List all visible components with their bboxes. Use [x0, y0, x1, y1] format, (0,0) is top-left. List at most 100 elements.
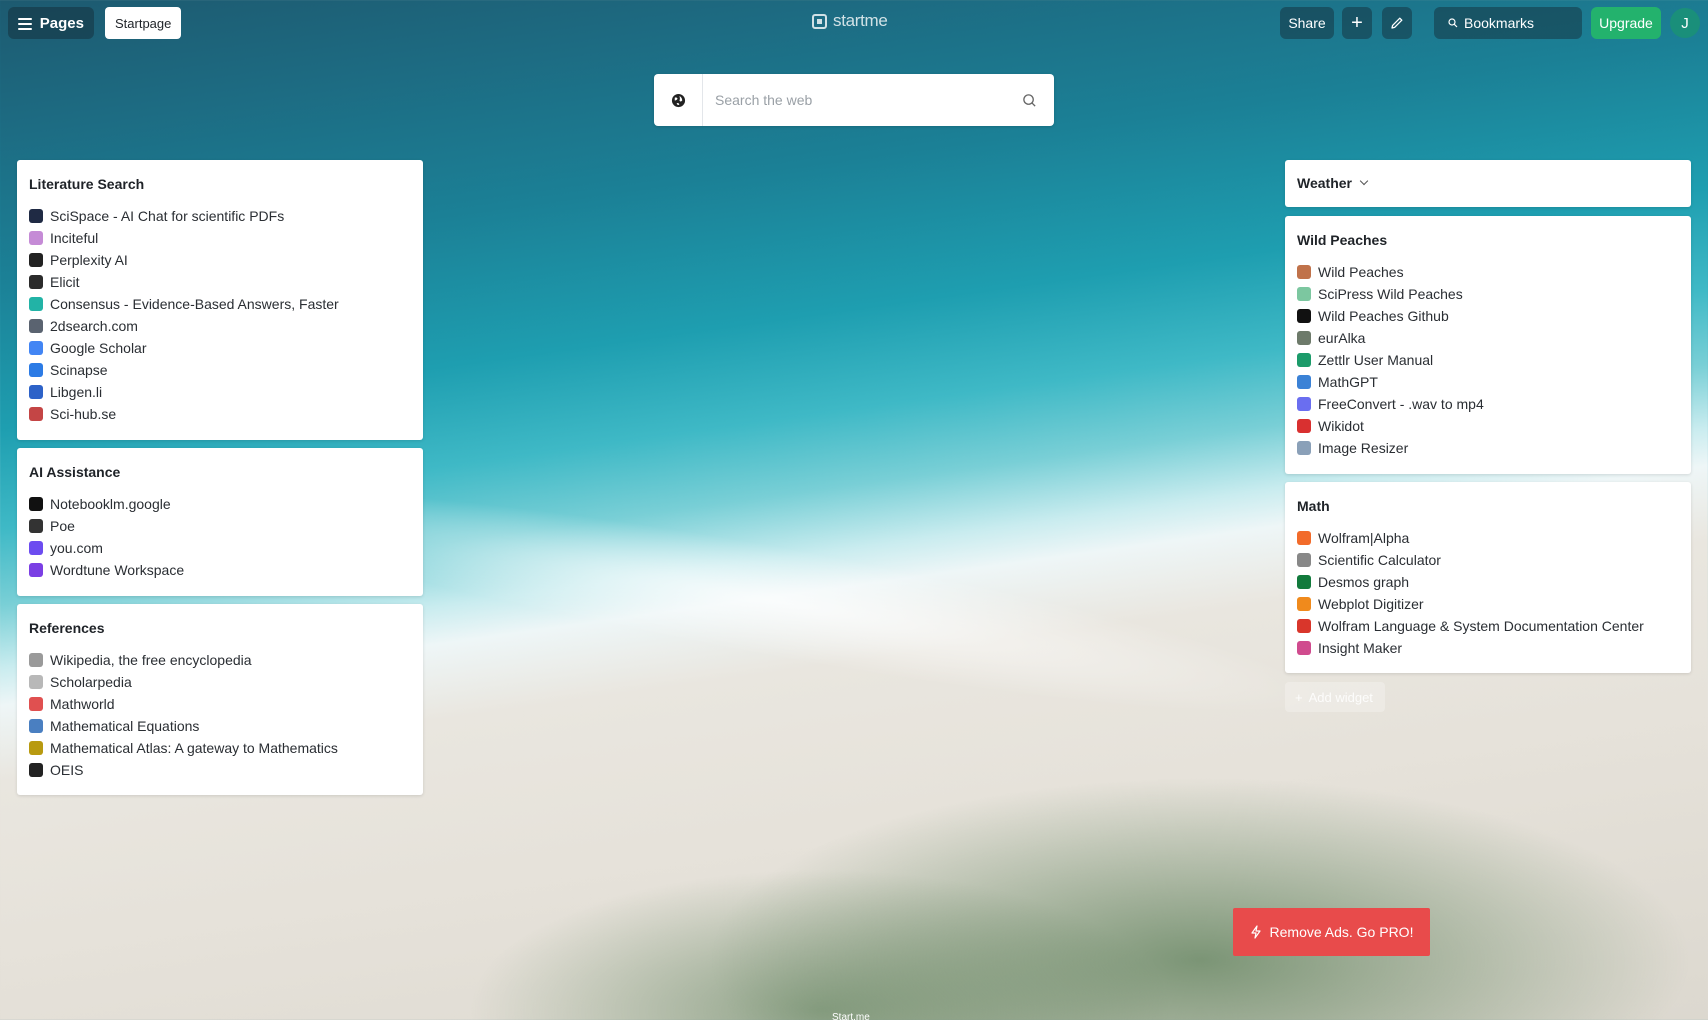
google-scholar-icon [29, 341, 43, 355]
bookmark-item[interactable]: 2dsearch.com [29, 315, 411, 337]
search-input[interactable] [703, 75, 1004, 125]
bookmark-label: Desmos graph [1318, 574, 1410, 590]
weather-dropdown[interactable]: Weather [1297, 175, 1679, 191]
bookmarks-search-button[interactable]: Bookmarks [1434, 7, 1582, 39]
bookmark-item[interactable]: Wolfram Language & System Documentation … [1297, 615, 1679, 637]
elicit-icon [29, 275, 43, 289]
bookmark-label: MathGPT [1318, 374, 1378, 390]
bookmark-item[interactable]: Consensus - Evidence-Based Answers, Fast… [29, 293, 411, 315]
bookmark-label: Wikipedia, the free encyclopedia [50, 652, 252, 668]
footer-startme-link[interactable]: Start.me [832, 1012, 870, 1020]
bookmark-label: Libgen.li [50, 384, 103, 400]
scinapse-icon [29, 363, 43, 377]
2dsearch-icon [29, 319, 43, 333]
widget-title[interactable]: Literature Search [29, 176, 411, 192]
oeis-icon [29, 763, 43, 777]
bookmark-item[interactable]: Perplexity AI [29, 249, 411, 271]
notebooklm-icon [29, 497, 43, 511]
upgrade-button[interactable]: Upgrade [1591, 7, 1661, 39]
bookmark-label: Scholarpedia [50, 674, 132, 690]
bookmark-item[interactable]: Inciteful [29, 227, 411, 249]
pages-menu-button[interactable]: Pages [8, 7, 94, 39]
widget-title[interactable]: AI Assistance [29, 464, 411, 480]
bookmark-item[interactable]: Mathematical Equations [29, 715, 411, 737]
wolfram-language-icon [1297, 619, 1311, 633]
bookmark-item[interactable]: Scholarpedia [29, 671, 411, 693]
bookmark-item[interactable]: Google Scholar [29, 337, 411, 359]
bookmark-item[interactable]: FreeConvert - .wav to mp4 [1297, 393, 1679, 415]
consensus-icon [29, 297, 43, 311]
bookmark-label: Elicit [50, 274, 80, 290]
wolframalpha-icon [1297, 531, 1311, 545]
bookmark-item[interactable]: SciSpace - AI Chat for scientific PDFs [29, 205, 411, 227]
bookmark-item[interactable]: eurAlka [1297, 327, 1679, 349]
bookmark-item[interactable]: MathGPT [1297, 371, 1679, 393]
bookmark-label: Image Resizer [1318, 440, 1409, 456]
bookmark-label: Google Scholar [50, 340, 147, 356]
search-engine-selector[interactable] [654, 74, 703, 126]
bookmark-item[interactable]: Wild Peaches [1297, 261, 1679, 283]
bookmark-item[interactable]: Wild Peaches Github [1297, 305, 1679, 327]
bookmark-list: Wolfram|Alpha Scientific Calculator Desmos… [1297, 527, 1679, 659]
bookmark-item[interactable]: Insight Maker [1297, 637, 1679, 659]
widget-literature-search: Literature Search SciSpace - AI Chat for… [17, 160, 423, 440]
remove-ads-button[interactable]: Remove Ads. Go PRO! [1233, 908, 1430, 956]
bookmark-item[interactable]: Notebooklm.google [29, 493, 411, 515]
mathgpt-icon [1297, 375, 1311, 389]
bookmark-item[interactable]: Mathworld [29, 693, 411, 715]
image-resizer-icon [1297, 441, 1311, 455]
bookmark-item[interactable]: Poe [29, 515, 411, 537]
bookmark-item[interactable]: Desmos graph [1297, 571, 1679, 593]
widget-ai-assistance: AI Assistance Notebooklm.google Poe you.co… [17, 448, 423, 596]
bookmark-item[interactable]: Wikipedia, the free encyclopedia [29, 649, 411, 671]
zettlr-icon [1297, 353, 1311, 367]
bookmark-item[interactable]: Scinapse [29, 359, 411, 381]
user-avatar[interactable]: J [1670, 8, 1700, 38]
bookmark-item[interactable]: Sci-hub.se [29, 403, 411, 425]
bookmark-item[interactable]: SciPress Wild Peaches [1297, 283, 1679, 305]
bookmarks-label: Bookmarks [1464, 15, 1535, 31]
bookmark-item[interactable]: Image Resizer [1297, 437, 1679, 459]
bookmark-item[interactable]: Wordtune Workspace [29, 559, 411, 581]
bookmark-label: Wordtune Workspace [50, 562, 185, 578]
bookmark-item[interactable]: Zettlr User Manual [1297, 349, 1679, 371]
bookmark-label: OEIS [50, 762, 84, 778]
widget-title[interactable]: Math [1297, 498, 1679, 514]
hamburger-icon [18, 17, 32, 30]
bookmark-item[interactable]: Scientific Calculator [1297, 549, 1679, 571]
bookmark-item[interactable]: Elicit [29, 271, 411, 293]
bookmark-item[interactable]: you.com [29, 537, 411, 559]
bookmark-label: SciPress Wild Peaches [1318, 286, 1463, 302]
calculator-icon [1297, 553, 1311, 567]
bookmark-label: Mathworld [50, 696, 115, 712]
widget-title[interactable]: Wild Peaches [1297, 232, 1679, 248]
bookmark-item[interactable]: Mathematical Atlas: A gateway to Mathema… [29, 737, 411, 759]
startme-logo[interactable]: startme [812, 11, 888, 31]
share-button[interactable]: Share [1280, 7, 1334, 39]
search-submit-button[interactable] [1004, 93, 1054, 108]
widget-title[interactable]: References [29, 620, 411, 636]
poe-icon [29, 519, 43, 533]
bookmark-item[interactable]: Libgen.li [29, 381, 411, 403]
widget-math: Math Wolfram|Alpha Scientific Calculator D… [1285, 482, 1691, 673]
bookmark-list: Wikipedia, the free encyclopedia Scholarp… [29, 649, 411, 781]
bookmark-label: Perplexity AI [50, 252, 128, 268]
bookmark-item[interactable]: OEIS [29, 759, 411, 781]
tab-startpage[interactable]: Startpage [105, 7, 182, 39]
bookmark-label: Poe [50, 518, 75, 534]
bookmark-label: you.com [50, 540, 103, 556]
bookmark-label: Wolfram|Alpha [1318, 530, 1410, 546]
bookmark-label: Zettlr User Manual [1318, 352, 1434, 368]
bookmark-item[interactable]: Wolfram|Alpha [1297, 527, 1679, 549]
web-search-bar [654, 74, 1054, 126]
wikipedia-icon [29, 653, 43, 667]
bookmark-item[interactable]: Wikidot [1297, 415, 1679, 437]
bookmark-list: Wild Peaches SciPress Wild Peaches Wild Pe… [1297, 261, 1679, 459]
bookmark-item[interactable]: Webplot Digitizer [1297, 593, 1679, 615]
add-widget-button[interactable]: + Add widget [1285, 682, 1385, 712]
edit-button[interactable] [1382, 7, 1412, 39]
mathworld-icon [29, 697, 43, 711]
add-button[interactable]: + [1342, 7, 1372, 39]
top-bar: Pages Startpage startme Share + Bookmark… [0, 0, 1708, 46]
bookmark-label: Consensus - Evidence-Based Answers, Fast… [50, 296, 339, 312]
